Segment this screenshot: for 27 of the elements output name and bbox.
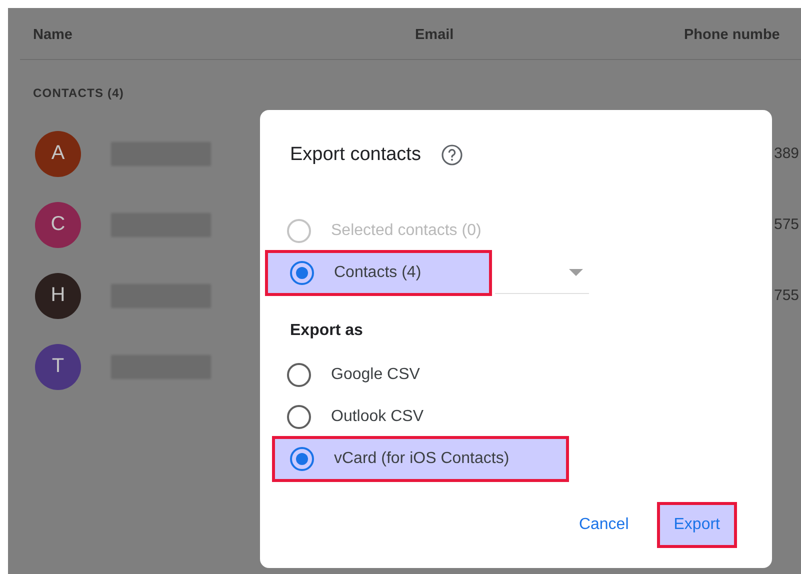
option-label: Google CSV <box>331 366 420 384</box>
radio-button[interactable] <box>290 447 314 471</box>
phone-number: 575 <box>774 216 800 233</box>
column-heading: Name <box>33 26 74 42</box>
avatar: T <box>35 344 81 390</box>
avatar: A <box>35 130 81 176</box>
dialog-title: Export contacts <box>290 144 421 166</box>
radio-button[interactable] <box>287 363 311 387</box>
avatar: H <box>35 272 81 318</box>
phone-number: 755 <box>774 287 800 304</box>
caret-icon <box>569 269 583 276</box>
column-heading: Email <box>415 26 455 42</box>
radio-option[interactable]: Contacts (4) <box>265 250 492 296</box>
section-label: CONTACTS (4) <box>32 85 125 102</box>
phone-number: 389 <box>774 145 800 162</box>
radio-button[interactable] <box>287 405 311 429</box>
column-heading: Phone numbe <box>684 26 781 42</box>
help-icon[interactable] <box>440 144 463 166</box>
option-label: Outlook CSV <box>331 408 424 426</box>
option-label: vCard (for iOS Contacts) <box>334 450 510 468</box>
cancel-button[interactable]: Cancel <box>576 502 631 548</box>
section-heading: Export as <box>290 322 364 340</box>
option-label: Selected contacts (0) <box>331 222 482 240</box>
radio-option[interactable]: vCard (for iOS Contacts) <box>272 436 569 482</box>
avatar: C <box>35 202 81 248</box>
option-label: Contacts (4) <box>334 264 422 282</box>
radio-button[interactable] <box>290 261 314 285</box>
